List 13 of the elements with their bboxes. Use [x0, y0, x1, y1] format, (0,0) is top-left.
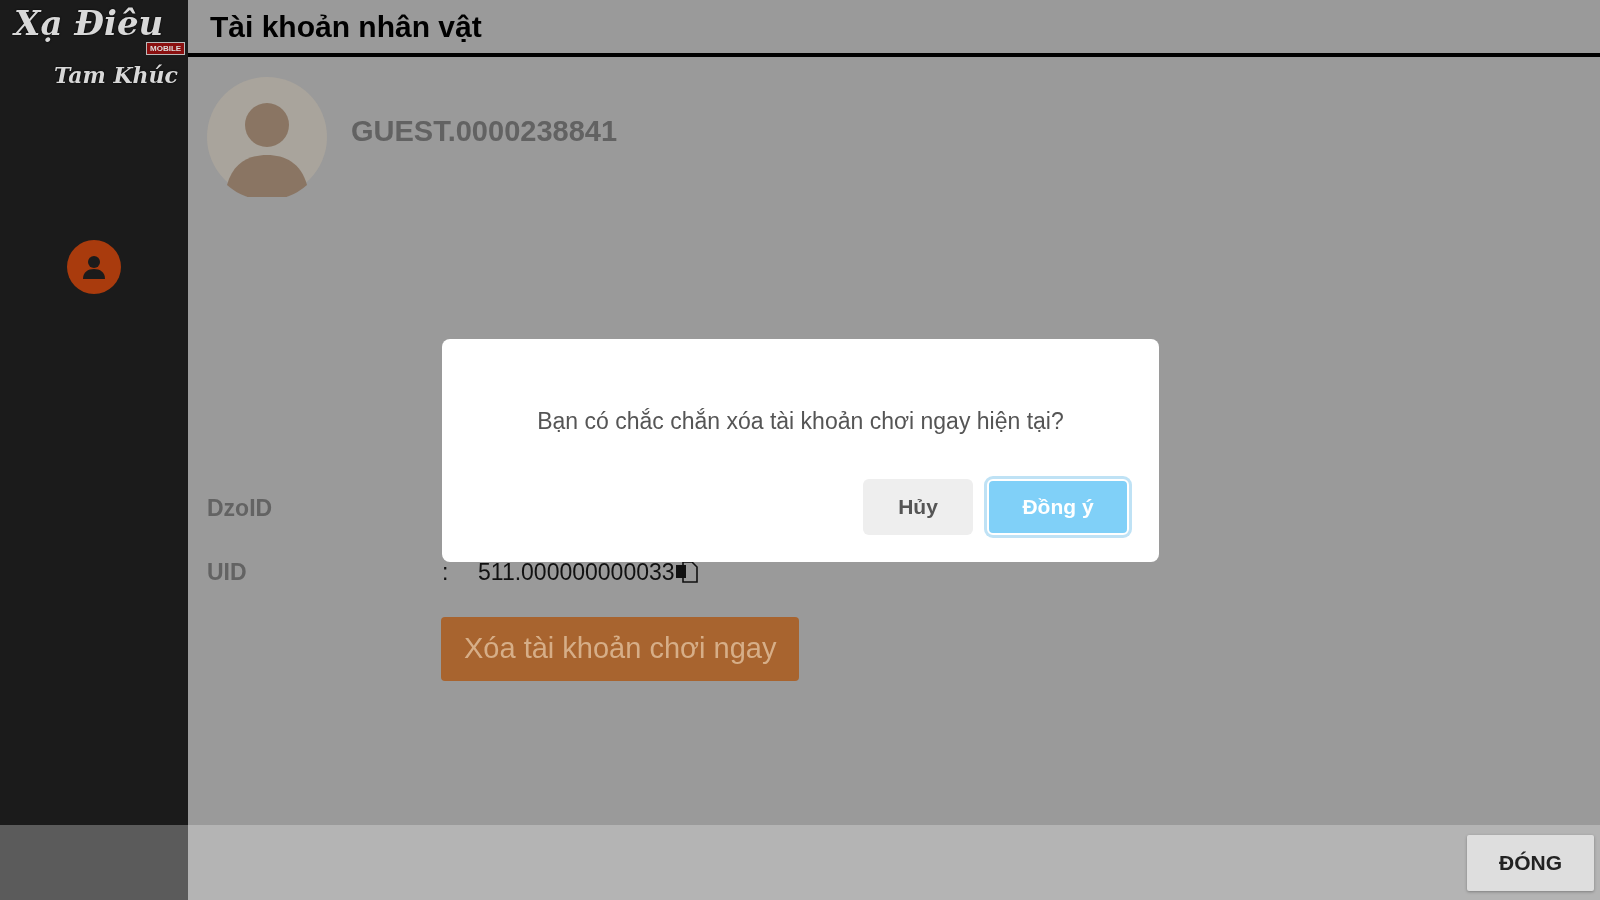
- field-separator: :: [442, 557, 450, 587]
- field-value: 511.000000000033: [478, 557, 675, 587]
- username: GUEST.0000238841: [351, 114, 618, 150]
- copy-icon[interactable]: [674, 560, 699, 584]
- logo-subtitle: Tam Khúc: [54, 64, 179, 86]
- cancel-button[interactable]: Hủy: [863, 478, 973, 535]
- page-title: Tài khoản nhân vật: [210, 9, 482, 45]
- user-icon: [81, 254, 107, 280]
- dialog-message: Bạn có chắc chắn xóa tài khoản chơi ngay hiện tại?: [536, 407, 1065, 436]
- close-button[interactable]: ĐÓNG: [1467, 835, 1594, 891]
- logo-title: Xạ Điêu: [14, 6, 164, 40]
- sidebar-user-button[interactable]: [67, 240, 121, 294]
- logo-badge: MOBILE: [146, 42, 186, 55]
